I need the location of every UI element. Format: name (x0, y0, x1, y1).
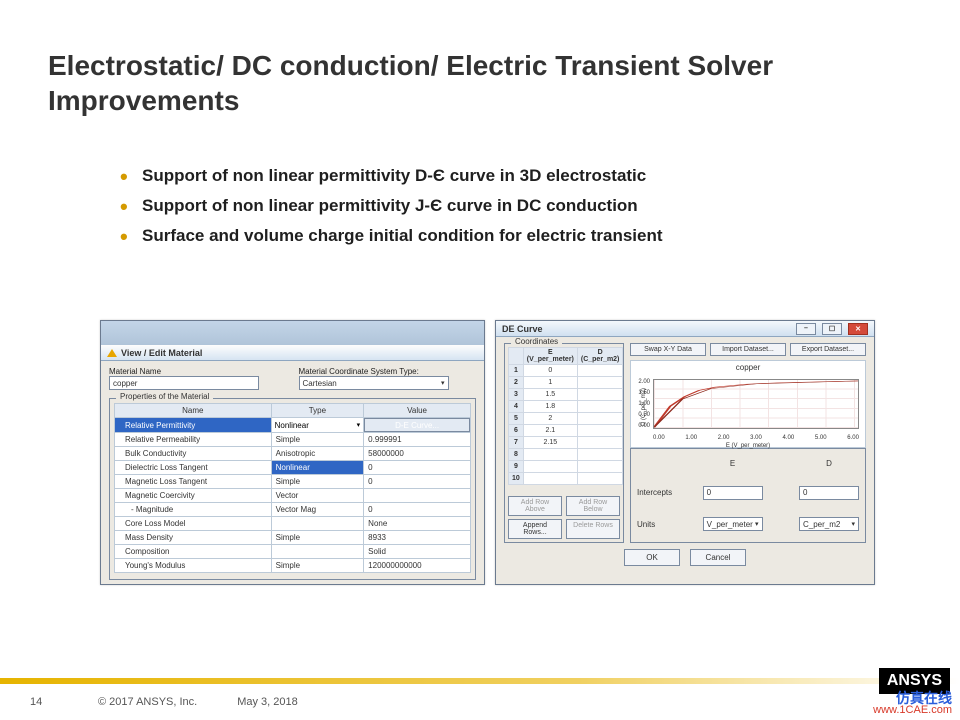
copyright: © 2017 ANSYS, Inc. (98, 696, 197, 708)
append-rows-button[interactable]: Append Rows... (508, 519, 562, 539)
page-title: Electrostatic/ DC conduction/ Electric T… (48, 48, 912, 118)
properties-table: Name Type Value Relative Permittivity No… (114, 403, 471, 573)
close-button[interactable]: ✕ (848, 323, 868, 335)
table-row: - MagnitudeVector Mag0 (115, 503, 471, 517)
properties-legend: Properties of the Material (116, 392, 213, 401)
intercept-e-input[interactable]: 0 (703, 486, 763, 500)
material-name-input[interactable]: copper (109, 376, 259, 390)
watermark: 仿真在线 www.1CAE.com (873, 691, 952, 716)
blurred-bg (101, 321, 484, 345)
page-number: 14 (30, 696, 58, 708)
minimize-button[interactable]: – (796, 323, 816, 335)
table-row: Mass DensitySimple8933 (115, 531, 471, 545)
col-name: Name (115, 404, 272, 418)
table-row: Magnetic Loss TangentSimple0 (115, 475, 471, 489)
col-value: Value (364, 404, 471, 418)
chart-plot-area (653, 379, 859, 429)
intercept-d-input[interactable]: 0 (799, 486, 859, 500)
bullet-list: Support of non linear permittivity D-Є c… (80, 166, 880, 256)
units-e-select[interactable]: V_per_meter (703, 517, 763, 531)
ok-button[interactable]: OK (624, 549, 680, 566)
maximize-button[interactable]: ☐ (822, 323, 842, 335)
dialog-body: Coordinates E (V_per_meter)D (C_per_m2) … (496, 337, 874, 578)
table-row: Magnetic CoercivityVector (115, 489, 471, 503)
col-type: Type (271, 404, 364, 418)
screenshots-row: View / Edit Material Material Name coppe… (100, 320, 875, 585)
de-chart: copper D (C_per_m2) 2.001.501.000.500.00 (630, 360, 866, 448)
curve-line (654, 380, 858, 428)
coordinates-panel: Coordinates E (V_per_meter)D (C_per_m2) … (504, 343, 624, 543)
import-dataset-button[interactable]: Import Dataset... (710, 343, 786, 356)
table-row: Young's ModulusSimple120000000000 (115, 559, 471, 573)
titlebar-decurve: DE Curve – ☐ ✕ (496, 321, 874, 337)
table-row: Dielectric Loss Tangent Nonlinear 0 (115, 461, 471, 475)
window-title: DE Curve (502, 324, 543, 334)
slide-footer: 14 © 2017 ANSYS, Inc. May 3, 2018 ANSYS … (0, 672, 960, 720)
footer-meta: 14 © 2017 ANSYS, Inc. May 3, 2018 (0, 684, 298, 720)
table-row[interactable]: Relative Permittivity Nonlinear D-E Curv… (115, 418, 471, 433)
table-row: Core Loss ModelNone (115, 517, 471, 531)
bullet-item: Support of non linear permittivity D-Є c… (120, 166, 880, 186)
coord-type-label: Material Coordinate System Type: (299, 367, 477, 376)
add-row-below-button[interactable]: Add Row Below (566, 496, 620, 516)
bullet-item: Surface and volume charge initial condit… (120, 226, 880, 246)
window-view-edit-material: View / Edit Material Material Name coppe… (100, 320, 485, 585)
add-row-above-button[interactable]: Add Row Above (508, 496, 562, 516)
app-icon (107, 349, 117, 357)
x-axis-ticks: 0.001.002.003.004.005.006.00 (653, 435, 859, 441)
window-de-curve: DE Curve – ☐ ✕ Coordinates E (V_per_mete… (495, 320, 875, 585)
cancel-button[interactable]: Cancel (690, 549, 746, 566)
export-dataset-button[interactable]: Export Dataset... (790, 343, 866, 356)
bullet-item: Support of non linear permittivity J-Є c… (120, 196, 880, 216)
de-curve-button[interactable]: D-E Curve... (364, 418, 470, 432)
window-title: View / Edit Material (121, 348, 202, 358)
intercepts-panel: ED Intercepts 0 0 Units V_per_meter C_pe… (630, 448, 866, 544)
units-d-select[interactable]: C_per_m2 (799, 517, 859, 531)
titlebar-material: View / Edit Material (101, 345, 484, 361)
date: May 3, 2018 (237, 696, 298, 708)
y-axis-ticks: 2.001.501.000.500.00 (632, 379, 650, 429)
coord-type-select[interactable]: Cartesian (299, 376, 449, 390)
table-row: Relative Permeability Simple 0.999991 (115, 433, 471, 447)
table-row: CompositionSolid (115, 545, 471, 559)
dialog-body: Material Name copper Material Coordinate… (101, 361, 484, 584)
properties-group: Properties of the Material Name Type Val… (109, 398, 476, 580)
delete-rows-button[interactable]: Delete Rows (566, 519, 620, 539)
dialog-footer: OK Cancel (504, 543, 866, 574)
material-name-label: Material Name (109, 367, 287, 376)
perm-type-select[interactable]: Nonlinear (272, 419, 364, 431)
table-row: Bulk Conductivity Anisotropic 58000000 (115, 447, 471, 461)
slide: Electrostatic/ DC conduction/ Electric T… (0, 0, 960, 720)
swap-xy-button[interactable]: Swap X-Y Data (630, 343, 706, 356)
coordinates-table[interactable]: E (V_per_meter)D (C_per_m2) 10 21 31.5 4… (508, 347, 623, 485)
